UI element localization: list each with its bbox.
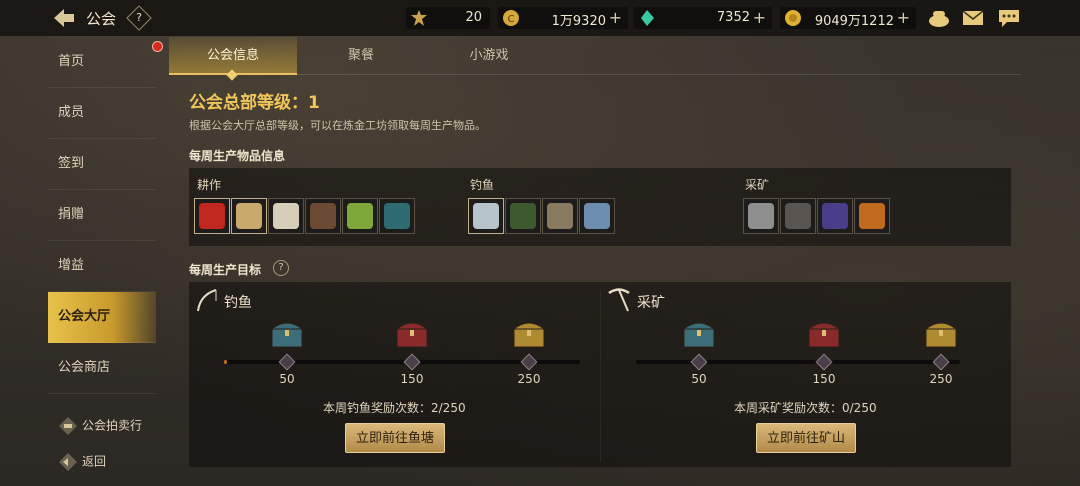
resource-gold: 9049万1212 + — [780, 7, 916, 29]
category-fishing-label: 钓鱼 — [470, 178, 495, 192]
shell-icon — [547, 203, 573, 229]
tab-minigame[interactable]: 小游戏 — [425, 37, 553, 75]
arena-token-icon — [411, 10, 427, 26]
pickaxe-icon — [608, 288, 630, 312]
seaweed-icon — [510, 203, 536, 229]
goal-progress-track — [636, 360, 960, 364]
category-mining-label: 采矿 — [745, 178, 770, 192]
grain-pile-icon — [273, 203, 299, 229]
sidebar-item-buffs[interactable]: 增益 — [48, 241, 156, 292]
top-bar: 公会 ? 20 C 1万9320 + 7352 + 9049万1212 + — [0, 0, 1080, 36]
active-tab-marker — [226, 69, 238, 81]
hq-description: 根据公会大厅总部等级，可以在炼金工坊领取每周生产物品。 — [189, 119, 486, 132]
cherry-icon — [199, 203, 225, 229]
gold-coin-icon — [785, 10, 801, 26]
stone-item-icon[interactable] — [743, 198, 779, 234]
mail-icon[interactable] — [962, 8, 984, 28]
root-icon — [310, 203, 336, 229]
goal-help-icon[interactable]: ? — [273, 260, 289, 276]
gavel-icon — [59, 417, 77, 435]
goal-progress-fill — [224, 360, 227, 364]
iron-ore-icon — [785, 203, 811, 229]
threshold-label: 150 — [812, 372, 836, 386]
gem-plus-button[interactable]: + — [753, 8, 766, 27]
fishing-count-text: 本周钓鱼奖励次数：2/250 — [323, 401, 466, 415]
sidebar-item-donate[interactable]: 捐赠 — [48, 190, 156, 241]
resource-gem: 7352 + — [634, 7, 772, 29]
tab-bar: 公会信息 聚餐 小游戏 — [169, 37, 1021, 81]
coin-icon: C — [503, 10, 519, 26]
threshold-label: 50 — [279, 372, 295, 386]
wood-plank-item-icon[interactable] — [231, 198, 267, 234]
back-arrow-icon[interactable] — [52, 7, 76, 29]
category-farming-label: 耕作 — [197, 178, 222, 192]
seaweed-item-icon[interactable] — [505, 198, 541, 234]
reward-chest-icon[interactable] — [923, 316, 959, 350]
pearl-item-icon[interactable] — [579, 198, 615, 234]
weekly-goal-title: 每周生产目标 — [189, 263, 262, 277]
root-item-icon[interactable] — [305, 198, 341, 234]
resource-coin: C 1万9320 + — [498, 7, 628, 29]
feather-leaf-item-icon[interactable] — [379, 198, 415, 234]
go-to-mine-button[interactable]: 立即前往矿山 — [756, 423, 856, 453]
hq-level-title: 公会总部等级：1 — [189, 93, 320, 113]
crystal-ore-item-icon[interactable] — [817, 198, 853, 234]
reward-chest-icon[interactable] — [269, 316, 305, 350]
fishing-rod-icon — [197, 289, 217, 312]
mining-goal-label: 采矿 — [637, 295, 665, 311]
shell-item-icon[interactable] — [542, 198, 578, 234]
reward-chest-icon[interactable] — [806, 316, 842, 350]
sidebar: 首页 成员 签到 捐赠 增益 公会大厅 公会商店 — [48, 37, 156, 394]
pearl-icon — [584, 203, 610, 229]
tab-guild-info[interactable]: 公会信息 — [169, 37, 297, 81]
sidebar-item-checkin[interactable]: 签到 — [48, 139, 156, 190]
sidebar-item-guild-shop[interactable]: 公会商店 — [48, 343, 156, 394]
crystal-ore-icon — [822, 203, 848, 229]
return-icon — [59, 453, 77, 471]
sidebar-item-guild-hall[interactable]: 公会大厅 — [48, 292, 156, 343]
threshold-label: 250 — [929, 372, 953, 386]
threshold-label: 250 — [517, 372, 541, 386]
tab-feast[interactable]: 聚餐 — [297, 37, 425, 75]
gold-plus-button[interactable]: + — [897, 8, 910, 27]
auction-button[interactable]: 公会拍卖行 — [58, 416, 142, 436]
sidebar-item-members[interactable]: 成员 — [48, 88, 156, 139]
fish-item-icon[interactable] — [468, 198, 504, 234]
feather-leaf-icon — [384, 203, 410, 229]
reward-chest-icon[interactable] — [511, 316, 547, 350]
fishing-goal-label: 钓鱼 — [224, 295, 252, 311]
threshold-label: 50 — [691, 372, 707, 386]
threshold-label: 150 — [400, 372, 424, 386]
stone-icon — [748, 203, 774, 229]
fish-icon — [473, 203, 499, 229]
reward-chest-icon[interactable] — [681, 316, 717, 350]
amber-icon — [859, 203, 885, 229]
mining-count-text: 本周采矿奖励次数：0/250 — [734, 401, 877, 415]
reward-chest-icon[interactable] — [394, 316, 430, 350]
seed-pod-item-icon[interactable] — [342, 198, 378, 234]
gem-icon — [641, 10, 654, 26]
chat-icon[interactable] — [998, 8, 1020, 28]
go-to-fish-pond-button[interactable]: 立即前往鱼塘 — [345, 423, 445, 453]
svg-text:C: C — [508, 14, 515, 25]
iron-ore-item-icon[interactable] — [780, 198, 816, 234]
amber-item-icon[interactable] — [854, 198, 890, 234]
notification-dot — [152, 41, 163, 52]
help-icon[interactable]: ? — [126, 5, 152, 31]
return-button[interactable]: 返回 — [58, 452, 106, 472]
wood-plank-icon — [236, 203, 262, 229]
seed-pod-icon — [347, 203, 373, 229]
grain-pile-item-icon[interactable] — [268, 198, 304, 234]
weekly-items-title: 每周生产物品信息 — [189, 149, 286, 163]
cherry-item-icon[interactable] — [194, 198, 230, 234]
sidebar-item-home[interactable]: 首页 — [48, 37, 156, 88]
pot-icon[interactable] — [928, 8, 950, 28]
coin-plus-button[interactable]: + — [609, 8, 622, 27]
page-title: 公会 — [86, 10, 117, 28]
goal-divider — [600, 290, 601, 462]
resource-arena-token: 20 — [406, 7, 490, 29]
